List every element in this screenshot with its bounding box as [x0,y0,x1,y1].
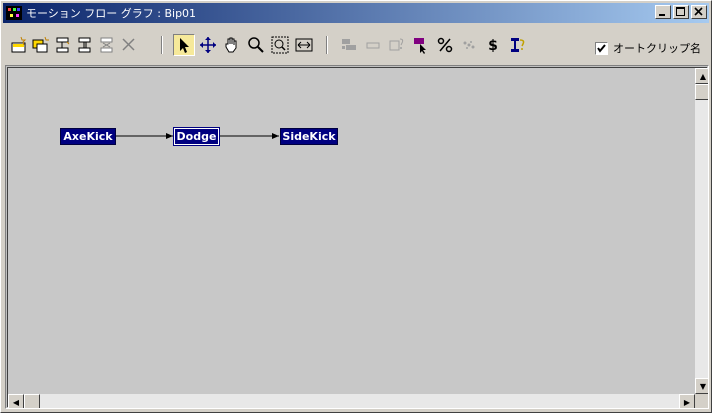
svg-text:$: $ [488,38,498,54]
clip-node[interactable]: SideKick [280,128,338,145]
clip-info-icon[interactable] [386,34,408,56]
create-transitions-icon[interactable] [74,34,96,56]
app-icon [6,6,22,20]
create-clips-icon[interactable] [30,34,52,56]
transition-info-icon[interactable] [506,34,528,56]
cost-icon[interactable]: $ [482,34,504,56]
show-scripts-icon[interactable] [338,34,360,56]
scroll-right-button[interactable]: ▶ [679,394,695,408]
autoclip-label: オートクリップ名 [613,42,701,55]
delete-icon[interactable] [118,34,140,56]
vertical-scrollbar[interactable]: ▲ ▼ [695,68,708,394]
clip-node[interactable]: AxeKick [60,128,116,145]
zoom-region-icon[interactable] [269,34,291,56]
autoclip-names-toggle[interactable]: オートクリップ名 [595,40,701,56]
graph-edges [116,133,279,139]
graph-canvas[interactable]: AxeKick Dodge SideKick ▲ ▼ ◀ ▶ [5,65,709,409]
random-start-icon[interactable] [458,34,480,56]
percent-icon[interactable] [434,34,456,56]
select-icon[interactable] [173,34,195,56]
minimize-button[interactable] [655,5,671,19]
autoclip-checkbox[interactable] [595,41,608,55]
delete-transitions-icon[interactable] [96,34,118,56]
scrollbar-corner [695,394,708,408]
toolbar: $ オートクリップ名 [3,29,709,61]
create-transition-icon[interactable] [52,34,74,56]
scroll-down-button[interactable]: ▼ [695,378,708,394]
scroll-left-button[interactable]: ◀ [8,394,24,408]
title-bar[interactable]: モーション フロー グラフ : Bip01 [3,3,709,23]
motion-flow-window: モーション フロー グラフ : Bip01 $ オートクリップ名 AxeKick… [0,0,712,413]
create-clip-icon[interactable] [8,34,30,56]
close-button[interactable] [691,5,707,19]
vertical-scroll-thumb[interactable] [695,84,708,100]
window-title: モーション フロー グラフ : Bip01 [26,7,197,20]
horizontal-scroll-thumb[interactable] [24,394,40,408]
select-random-icon[interactable] [410,34,432,56]
pan-icon[interactable] [221,34,243,56]
horizontal-scrollbar[interactable]: ◀ ▶ [8,394,695,408]
add-clip-icon[interactable] [362,34,384,56]
scroll-up-button[interactable]: ▲ [695,68,708,84]
maximize-button[interactable] [673,5,689,19]
zoom-icon[interactable] [245,34,267,56]
zoom-extents-icon[interactable] [293,34,315,56]
move-icon[interactable] [197,34,219,56]
clip-node[interactable]: Dodge [173,127,220,146]
